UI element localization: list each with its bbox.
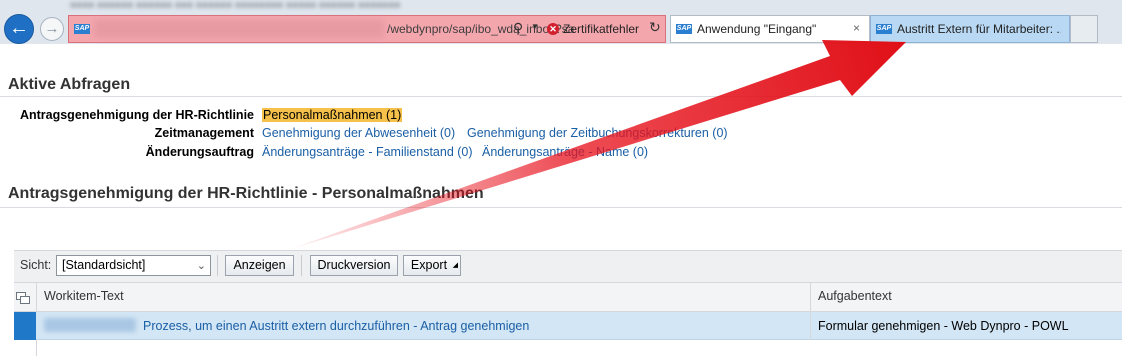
sap-logo-icon: SAP: [876, 24, 892, 34]
divider: [0, 96, 1122, 97]
arrow-left-icon: ←: [9, 17, 29, 39]
toolbar-separator: [217, 255, 218, 276]
tab-label: Austritt Extern für Mitarbeiter: ...: [897, 22, 1061, 36]
refresh-icon[interactable]: ↻: [649, 19, 661, 36]
tab-austritt-extern[interactable]: SAP Austritt Extern für Mitarbeiter: ...: [870, 15, 1070, 43]
column-separator: [810, 312, 811, 340]
view-label: Sicht:: [20, 258, 52, 272]
new-tab-button[interactable]: [1070, 15, 1098, 43]
section-title-list: Antragsgenehmigung der HR-Richtlinie - P…: [8, 185, 484, 202]
query-link-personalmassnahmen[interactable]: Personalmaßnahmen (1): [262, 108, 403, 122]
export-button[interactable]: Export ◢: [403, 255, 461, 276]
chevron-down-icon[interactable]: ▼: [531, 22, 539, 31]
forward-button[interactable]: →: [40, 17, 64, 41]
column-header-workitem[interactable]: Workitem-Text: [44, 289, 124, 303]
query-link-absence[interactable]: Genehmigung der Abwesenheit (0): [262, 126, 455, 140]
column-header-task[interactable]: Aufgabentext: [818, 289, 892, 303]
section-title-active-queries: Aktive Abfragen: [8, 76, 131, 93]
close-icon[interactable]: ×: [853, 21, 860, 35]
sap-logo-icon: SAP: [74, 24, 90, 34]
chevron-down-icon: ⌄: [196, 260, 206, 272]
dropdown-corner-icon: ◢: [452, 262, 458, 269]
query-label-hr: Antragsgenehmigung der HR-Richtlinie: [19, 108, 254, 122]
query-link-time-corrections[interactable]: Genehmigung der Zeitbuchungskorrekturen …: [467, 126, 728, 140]
query-label-change: Änderungsauftrag: [145, 145, 254, 159]
cert-error-label[interactable]: Zertifikatfehler: [563, 22, 639, 36]
blurred-name: [44, 318, 136, 332]
query-label-time: Zeitmanagement: [154, 126, 254, 140]
blurred-favorites-bar: ■■■■ ■■■■■■ ■■■■■■ ■■■ ■■■■■■ ■■■■■■■■ ■…: [70, 0, 401, 11]
tab-label: Anwendung "Eingang": [697, 22, 817, 36]
select-all-icon[interactable]: [16, 292, 30, 304]
search-icon[interactable]: ⚲: [513, 20, 523, 37]
tab-anwendung-eingang[interactable]: SAP Anwendung "Eingang" ×: [670, 15, 870, 43]
view-select-value: [Standardsicht]: [62, 258, 146, 272]
query-link-family-status[interactable]: Änderungsanträge - Familienstand (0): [262, 145, 473, 159]
back-button[interactable]: ←: [4, 14, 34, 44]
blurred-url: [94, 20, 384, 38]
workitem-link[interactable]: Prozess, um einen Austritt extern durchz…: [143, 319, 529, 333]
divider: [0, 207, 1122, 208]
arrow-right-icon: →: [44, 20, 60, 37]
query-link-name[interactable]: Änderungsanträge - Name (0): [482, 145, 648, 159]
address-bar[interactable]: SAP /webdynpro/sap/ibo_wda_inbox?sa ⚲ ▼ …: [68, 15, 666, 43]
sap-logo-icon: SAP: [676, 24, 692, 34]
view-select[interactable]: [Standardsicht] ⌄: [56, 255, 211, 276]
print-version-button[interactable]: Druckversion: [310, 255, 398, 276]
row-selector[interactable]: [14, 312, 36, 340]
show-button[interactable]: Anzeigen: [225, 255, 294, 276]
cert-error-icon[interactable]: ✕: [547, 23, 559, 35]
export-label: Export: [410, 258, 448, 272]
table-header: [14, 282, 1122, 312]
toolbar-separator: [301, 255, 302, 276]
task-text: Formular genehmigen - Web Dynpro - POWL: [818, 319, 1069, 333]
